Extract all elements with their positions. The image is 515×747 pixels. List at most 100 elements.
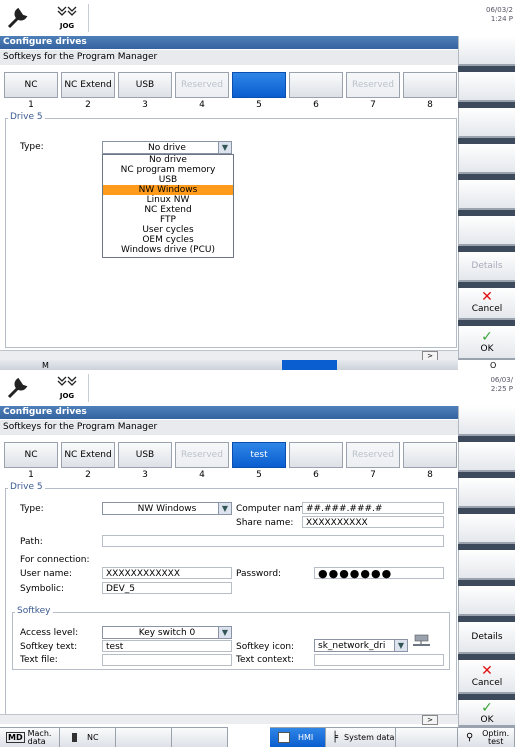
softkey-7[interactable]: Reserved — [346, 442, 400, 468]
password-label: Password: — [236, 569, 282, 579]
softkey-4[interactable]: Reserved — [175, 442, 229, 468]
cancel-button[interactable]: ✕ Cancel — [458, 660, 515, 694]
path-field[interactable] — [102, 535, 444, 547]
user-name-field[interactable]: XXXXXXXXXXXX — [102, 567, 232, 579]
vertical-softkey-5[interactable] — [458, 180, 515, 210]
vertical-softkey-4[interactable] — [458, 144, 515, 174]
option-item[interactable]: User cycles — [103, 225, 233, 235]
softkey-5[interactable]: test — [232, 442, 286, 468]
softkey-number: 1 — [28, 100, 34, 110]
tree-icon: ╞ — [332, 732, 339, 743]
horizontal-softkey[interactable] — [396, 727, 458, 747]
cancel-label: Cancel — [471, 678, 503, 688]
chevron-down-icon[interactable]: ▼ — [218, 503, 231, 514]
option-item[interactable]: USB — [103, 175, 233, 185]
vertical-softkey-1[interactable] — [458, 36, 515, 66]
details-button[interactable]: Details — [458, 252, 515, 282]
mach-data-label: Mach. data — [27, 728, 52, 746]
date-text: 06/03/2 — [486, 6, 513, 14]
scrollbar[interactable]: > — [0, 350, 458, 361]
vertical-softkey-6[interactable] — [458, 586, 515, 616]
softkey-number: 6 — [313, 100, 319, 110]
vertical-softkey-2[interactable] — [458, 72, 515, 102]
softkey-3[interactable]: USB — [118, 72, 172, 98]
option-item-selected[interactable]: NW Windows — [103, 185, 233, 195]
softkey-3[interactable]: USB — [118, 442, 172, 468]
monitor-icon — [278, 732, 290, 743]
option-item[interactable]: NC program memory — [103, 165, 233, 175]
header-bar: JOG — [0, 370, 458, 407]
system-data-button[interactable]: ╞ System data — [326, 727, 396, 747]
header-bar: JOG — [0, 0, 458, 37]
softkey-1[interactable]: NC — [4, 442, 58, 468]
type-dropdown[interactable]: NW Windows ▼ — [102, 502, 232, 515]
option-item[interactable]: No drive — [103, 155, 233, 165]
symbolic-field[interactable]: DEV_5 — [102, 582, 232, 594]
option-item[interactable]: NC Extend — [103, 205, 233, 215]
vertical-softkey-3[interactable] — [458, 108, 515, 138]
softkey-1[interactable]: NC — [4, 72, 58, 98]
share-name-field[interactable]: XXXXXXXXXX — [302, 516, 444, 528]
ok-button[interactable]: ✓ OK — [458, 700, 515, 727]
access-level-dropdown[interactable]: Key switch 0 ▼ — [102, 626, 232, 639]
chevron-down-icon[interactable]: ▼ — [218, 142, 231, 153]
subtitle: Softkeys for the Program Manager — [0, 420, 458, 435]
softkey-4[interactable]: Reserved — [175, 72, 229, 98]
option-item[interactable]: Windows drive (PCU) — [103, 245, 233, 255]
vertical-softkey-6[interactable] — [458, 216, 515, 246]
chevron-down-icon[interactable]: ▼ — [218, 627, 231, 638]
softkey-2[interactable]: NC Extend — [61, 72, 115, 98]
option-item[interactable]: FTP — [103, 215, 233, 225]
softkey-text-field[interactable]: test — [102, 640, 232, 652]
password-field[interactable]: ●●●●●●● — [314, 567, 444, 580]
horizontal-softkey[interactable] — [116, 727, 172, 747]
wrench-icon[interactable] — [3, 373, 33, 403]
jog-mode-icon[interactable]: JOG — [52, 373, 82, 403]
jog-mode-icon[interactable]: JOG — [52, 3, 82, 33]
vertical-softkey-2[interactable] — [458, 442, 515, 472]
partial-label: O — [490, 361, 497, 370]
softkey-7[interactable]: Reserved — [346, 72, 400, 98]
option-item[interactable]: Linux NW — [103, 195, 233, 205]
chevron-down-icon[interactable]: ▼ — [394, 640, 407, 651]
softkey-8[interactable] — [403, 442, 457, 468]
hmi-button[interactable]: HMI — [270, 727, 326, 747]
bottom-screen: JOG 06/03/ 2:25 P Configure drives Softk… — [0, 370, 515, 747]
nc-button[interactable]: NC — [60, 727, 116, 747]
softkey-8[interactable] — [403, 72, 457, 98]
wrench-icon[interactable] — [3, 3, 33, 33]
cancel-icon: ✕ — [481, 663, 493, 679]
softkey-icon-value: sk_network_dri — [318, 641, 386, 651]
option-item[interactable]: OEM cycles — [103, 235, 233, 245]
vertical-softkey-1[interactable] — [458, 406, 515, 436]
scrollbar[interactable]: > — [0, 714, 458, 725]
jog-label: JOG — [59, 392, 75, 400]
optim-test-button[interactable]: ⚲ Optim. test — [458, 727, 515, 747]
text-file-label: Text file: — [20, 655, 58, 665]
computer-name-field[interactable]: ##.###.###.# — [302, 502, 444, 514]
softkey-6[interactable] — [289, 72, 343, 98]
datetime: 06/03/2 1:24 P — [458, 0, 515, 36]
text-file-field[interactable] — [102, 654, 232, 666]
md-icon: MD — [6, 732, 25, 743]
vertical-softkey-5[interactable] — [458, 550, 515, 580]
horizontal-softkey[interactable] — [172, 727, 228, 747]
scroll-right-icon[interactable]: > — [422, 715, 438, 725]
ok-button[interactable]: ✓ OK — [458, 326, 515, 360]
type-label: Type: — [20, 142, 44, 152]
softkey-5[interactable] — [232, 72, 286, 98]
softkey-icon-dropdown[interactable]: sk_network_dri ▼ — [314, 639, 408, 652]
type-options-list[interactable]: No drive NC program memory USB NW Window… — [102, 154, 234, 258]
cancel-button[interactable]: ✕ Cancel — [458, 288, 515, 320]
type-dropdown[interactable]: No drive ▼ — [102, 141, 232, 154]
text-context-field[interactable] — [314, 654, 444, 666]
softkey-2[interactable]: NC Extend — [61, 442, 115, 468]
ok-check-icon: ✓ — [481, 329, 493, 345]
vertical-softkey-4[interactable] — [458, 514, 515, 544]
softkey-number: 4 — [199, 470, 205, 480]
mach-data-button[interactable]: MD Mach. data — [0, 727, 60, 747]
softkey-6[interactable] — [289, 442, 343, 468]
vertical-softkey-3[interactable] — [458, 478, 515, 508]
details-button[interactable]: Details — [458, 622, 515, 654]
access-level-label: Access level: — [20, 628, 79, 638]
